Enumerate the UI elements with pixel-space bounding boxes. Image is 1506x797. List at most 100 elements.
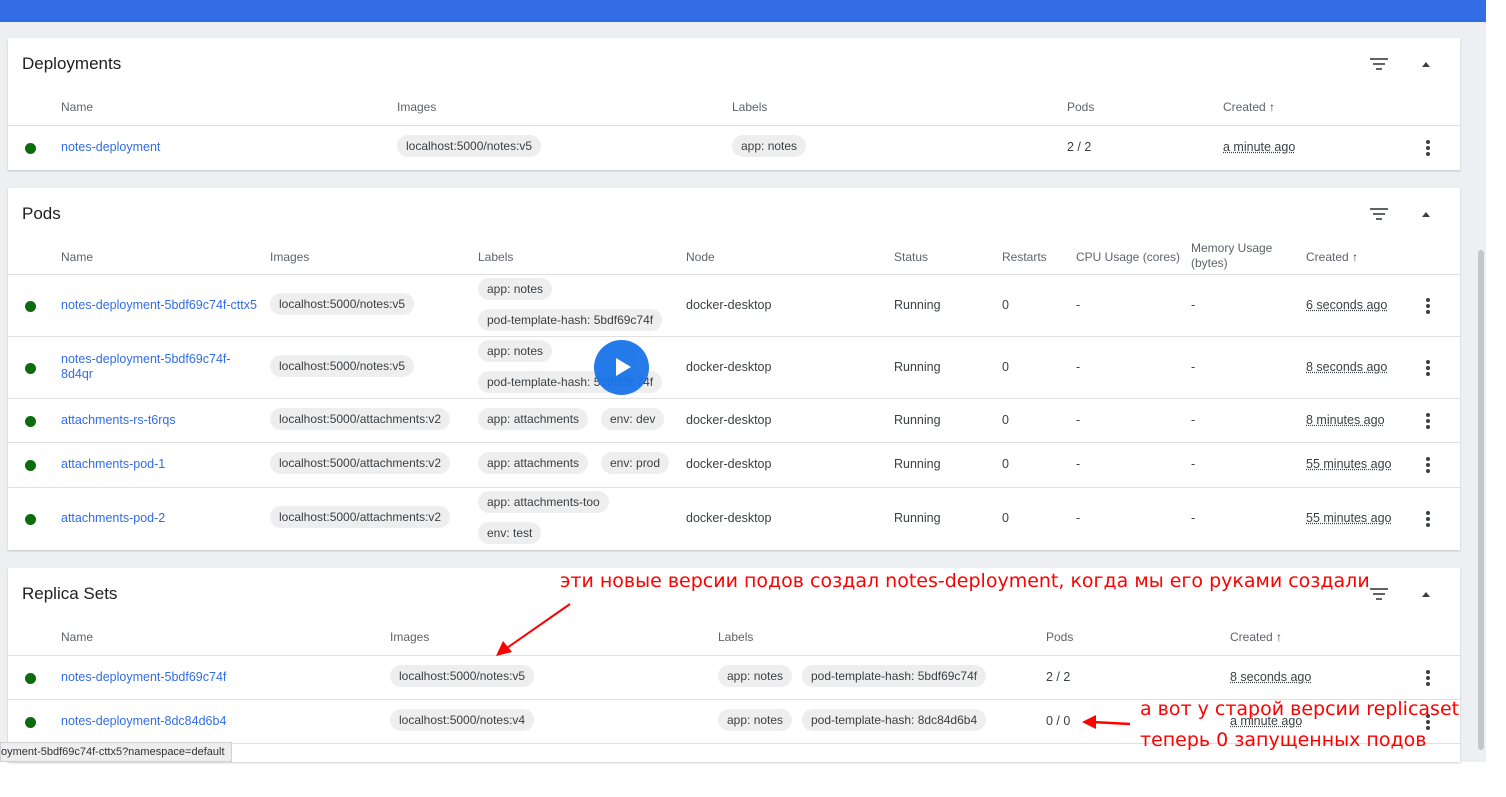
status-ok-icon [25, 416, 36, 427]
filter-icon[interactable] [1370, 208, 1388, 222]
pod-name-link[interactable]: attachments-pod-2 [61, 511, 165, 525]
label-chip: app: notes [478, 340, 553, 362]
image-chip: localhost:5000/notes:v5 [397, 135, 542, 157]
table-row[interactable]: attachments-pod-1 localhost:5000/attachm… [8, 442, 1460, 487]
col-images[interactable]: Images [270, 250, 309, 264]
chevron-up-icon [1422, 592, 1430, 597]
col-cpu[interactable]: CPU Usage (cores) [1076, 250, 1180, 264]
col-name[interactable]: Name [61, 100, 93, 114]
label-chip: pod-template-hash: 5bdf69c74f [802, 665, 987, 687]
col-status[interactable]: Status [894, 250, 928, 264]
more-vert-icon[interactable] [1426, 511, 1430, 527]
restarts-cell: 0 [1002, 298, 1009, 312]
label-chip: pod-template-hash: 8dc84d6b4 [802, 709, 987, 731]
col-restarts[interactable]: Restarts [1002, 250, 1047, 264]
filter-icon[interactable] [1370, 58, 1388, 72]
annotation-bottom-line2: теперь 0 запущенных подов [1140, 729, 1427, 751]
node-cell: docker-desktop [686, 413, 772, 427]
col-images[interactable]: Images [390, 630, 429, 644]
col-pods[interactable]: Pods [1046, 630, 1073, 644]
label-chip: app: attachments [478, 452, 589, 474]
pod-name-link[interactable]: attachments-pod-1 [61, 457, 165, 471]
label-chip: env: prod [601, 452, 670, 474]
more-vert-icon[interactable] [1426, 670, 1430, 686]
more-vert-icon[interactable] [1426, 457, 1430, 473]
status-cell: Running [894, 360, 941, 374]
status-cell: Running [894, 298, 941, 312]
col-images[interactable]: Images [397, 100, 436, 114]
col-labels[interactable]: Labels [478, 250, 513, 264]
col-labels[interactable]: Labels [718, 630, 753, 644]
arrow-annotation-bottom [1082, 715, 1131, 729]
pods-count: 0 / 0 [1046, 714, 1071, 728]
col-name[interactable]: Name [61, 250, 93, 264]
label-chip: env: test [478, 522, 542, 544]
col-node[interactable]: Node [686, 250, 715, 264]
scrollbar-thumb[interactable] [1478, 250, 1484, 750]
pods-header: Name Images Labels Node Status Restarts … [8, 241, 1460, 275]
status-cell: Running [894, 457, 941, 471]
replicaset-name-link[interactable]: notes-deployment-5bdf69c74f [61, 670, 226, 684]
node-cell: docker-desktop [686, 457, 772, 471]
status-ok-icon [25, 460, 36, 471]
col-created[interactable]: Created ↑ [1306, 250, 1358, 264]
filter-icon[interactable] [1370, 588, 1388, 602]
table-row[interactable]: notes-deployment-5bdf69c74f-8d4qr localh… [8, 336, 1460, 398]
pod-name-link[interactable]: attachments-rs-t6rqs [61, 413, 176, 427]
top-bar [0, 0, 1486, 22]
deployments-title: Deployments [22, 54, 122, 73]
status-ok-icon [25, 514, 36, 525]
pods-card: Pods Name Images Labels Node Status Rest… [8, 188, 1460, 550]
memory-cell: - [1191, 360, 1196, 374]
cpu-cell: - [1076, 457, 1081, 471]
node-cell: docker-desktop [686, 511, 772, 525]
created-time: 6 seconds ago [1306, 298, 1388, 312]
table-row[interactable]: notes-deployment-5bdf69c74f-cttx5 localh… [8, 274, 1460, 336]
play-icon[interactable] [594, 340, 649, 395]
more-vert-icon[interactable] [1426, 298, 1430, 314]
collapse-button[interactable] [1422, 58, 1430, 72]
col-name[interactable]: Name [61, 630, 93, 644]
pods-count: 2 / 2 [1067, 140, 1092, 154]
more-vert-icon[interactable] [1426, 140, 1430, 156]
annotation-top: эти новые версии подов создал notes-depl… [560, 570, 1370, 592]
deployment-name-link[interactable]: notes-deployment [61, 140, 160, 154]
image-chip: localhost:5000/notes:v5 [390, 665, 535, 687]
pod-name-link[interactable]: notes-deployment-5bdf69c74f-8d4qr [61, 352, 251, 382]
collapse-button[interactable] [1422, 588, 1430, 602]
col-labels[interactable]: Labels [732, 100, 767, 114]
image-chip: localhost:5000/notes:v5 [270, 293, 415, 315]
label-chip: app: attachments [478, 408, 589, 430]
cpu-cell: - [1076, 360, 1081, 374]
created-time: 55 minutes ago [1306, 511, 1392, 525]
created-time: a minute ago [1223, 140, 1296, 154]
status-ok-icon [25, 363, 36, 374]
status-ok-icon [25, 717, 36, 728]
col-pods[interactable]: Pods [1067, 100, 1094, 114]
annotation-bottom-line1: а вот у старой версии replicaset [1140, 698, 1460, 720]
table-row[interactable]: attachments-pod-2 localhost:5000/attachm… [8, 487, 1460, 549]
status-cell: Running [894, 511, 941, 525]
more-vert-icon[interactable] [1426, 360, 1430, 376]
arrow-up-icon: ↑ [1276, 630, 1283, 644]
created-time: 8 minutes ago [1306, 413, 1385, 427]
col-memory[interactable]: Memory Usage (bytes) [1191, 241, 1291, 271]
pods-count: 2 / 2 [1046, 670, 1071, 684]
table-row[interactable]: notes-deployment-5bdf69c74f localhost:50… [8, 655, 1460, 699]
status-bar-url: oyment-5bdf69c74f-cttx5?namespace=defaul… [0, 742, 232, 762]
more-vert-icon[interactable] [1426, 413, 1430, 429]
created-time: 8 seconds ago [1306, 360, 1388, 374]
collapse-button[interactable] [1422, 208, 1430, 222]
label-chip: app: attachments-too [478, 491, 609, 513]
restarts-cell: 0 [1002, 413, 1009, 427]
image-chip: localhost:5000/attachments:v2 [270, 408, 451, 430]
cpu-cell: - [1076, 511, 1081, 525]
table-row[interactable]: attachments-rs-t6rqs localhost:5000/atta… [8, 398, 1460, 442]
chevron-up-icon [1422, 212, 1430, 217]
pod-name-link[interactable]: notes-deployment-5bdf69c74f-cttx5 [61, 298, 257, 312]
table-row[interactable]: notes-deployment localhost:5000/notes:v5… [8, 125, 1460, 170]
restarts-cell: 0 [1002, 511, 1009, 525]
col-created[interactable]: Created ↑ [1223, 100, 1275, 114]
replicaset-name-link[interactable]: notes-deployment-8dc84d6b4 [61, 714, 226, 728]
col-created[interactable]: Created ↑ [1230, 630, 1282, 644]
